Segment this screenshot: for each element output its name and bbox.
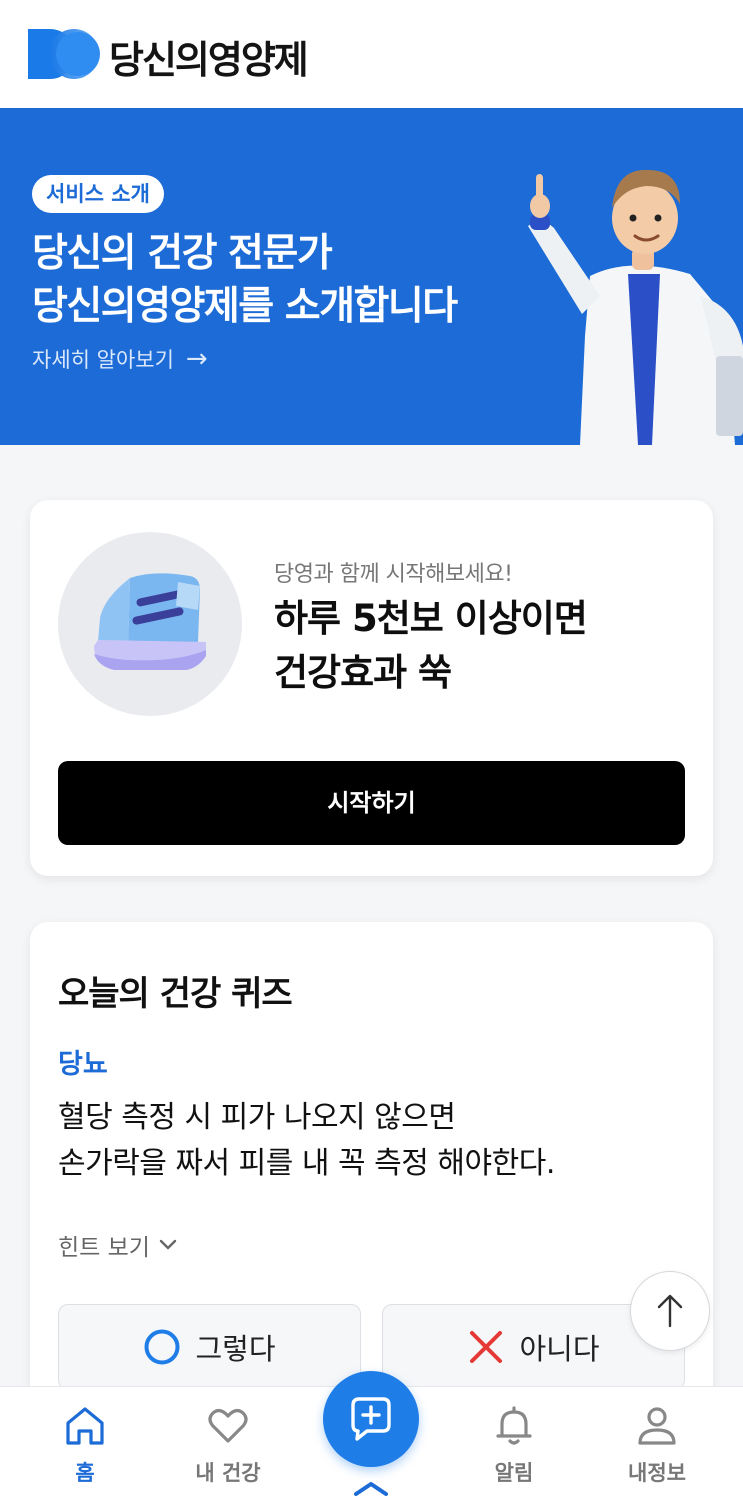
quiz-question: 혈당 측정 시 피가 나오지 않으면 손가락을 짜서 피를 내 꼭 측정 해야한…: [58, 1095, 555, 1187]
chevron-up-icon[interactable]: [352, 1478, 390, 1498]
chat-plus-icon: [351, 1397, 391, 1441]
nav-home-label: 홈: [75, 1461, 95, 1485]
heart-icon: [208, 1409, 248, 1443]
x-mark-icon: [470, 1331, 503, 1363]
banner-badge: 서비스 소개: [32, 175, 164, 213]
user-icon: [638, 1407, 676, 1445]
home-icon: [66, 1407, 104, 1445]
hint-label: 힌트 보기: [58, 1235, 150, 1261]
answer-yes-label: 그렇다: [195, 1332, 276, 1366]
nav-alarm-label: 알림: [494, 1461, 534, 1485]
home-screen: 당신의영양제 서비스 소개 당신의 건강 전문가 당신의영양제를 소개합니다 자…: [0, 0, 743, 1512]
circle-o-icon: [144, 1329, 180, 1365]
chat-fab-button[interactable]: [323, 1371, 419, 1467]
banner-title-line1: 당신의 건강 전문가: [32, 231, 333, 276]
nav-notifications[interactable]: 알림: [454, 1403, 574, 1487]
app-name: 당신의영양제: [109, 38, 309, 82]
quiz-heading: 오늘의 건강 퀴즈: [58, 974, 293, 1014]
banner-title-line2: 당신의영양제를 소개합니다: [32, 284, 458, 329]
nav-my-health[interactable]: 내 건강: [168, 1403, 288, 1487]
walk-title-line1: 하루 5천보 이상이면: [274, 597, 588, 640]
banner-title: 당신의 건강 전문가 당신의영양제를 소개합니다: [32, 227, 458, 333]
sneaker-icon: [94, 573, 206, 670]
nav-my-label: 내정보: [628, 1461, 686, 1485]
sneaker-badge: [58, 532, 242, 716]
walk-title-line2: 건강효과 쑥: [274, 651, 452, 694]
health-quiz-card: 오늘의 건강 퀴즈 당뇨 혈당 측정 시 피가 나오지 않으면 손가락을 짜서 …: [30, 922, 713, 1442]
walk-title: 하루 5천보 이상이면 건강효과 쑥: [274, 592, 588, 700]
answer-yes-button[interactable]: 그렇다: [58, 1304, 361, 1390]
app-header: 당신의영양제: [0, 0, 743, 108]
arrow-up-icon: [657, 1294, 683, 1328]
quiz-question-line1: 혈당 측정 시 피가 나오지 않으면: [58, 1100, 456, 1135]
answer-no-label: 아니다: [519, 1332, 600, 1366]
walk-subtitle: 당영과 함께 시작해보세요!: [274, 562, 513, 587]
bell-icon: [496, 1406, 532, 1445]
banner-more-link[interactable]: 자세히 알아보기 →: [32, 344, 208, 374]
nav-my-info[interactable]: 내정보: [597, 1403, 717, 1487]
walking-challenge-card: 당영과 함께 시작해보세요! 하루 5천보 이상이면 건강효과 쑥 시작하기: [30, 500, 713, 876]
doctor-illustration: [528, 169, 743, 445]
app-logo-icon: [28, 29, 100, 79]
scroll-top-button[interactable]: [630, 1271, 710, 1351]
service-intro-banner[interactable]: 서비스 소개 당신의 건강 전문가 당신의영양제를 소개합니다 자세히 알아보기…: [0, 108, 743, 445]
hint-toggle[interactable]: 힌트 보기: [58, 1228, 178, 1262]
banner-more-label: 자세히 알아보기: [32, 348, 174, 372]
quiz-question-line2: 손가락을 짜서 피를 내 꼭 측정 해야한다.: [58, 1146, 555, 1181]
nav-home[interactable]: 홈: [25, 1403, 145, 1487]
start-button[interactable]: 시작하기: [58, 761, 685, 845]
chevron-down-icon: [159, 1239, 177, 1250]
arrow-right-icon: →: [185, 344, 208, 374]
nav-health-label: 내 건강: [195, 1461, 261, 1485]
quiz-category: 당뇨: [58, 1049, 108, 1080]
